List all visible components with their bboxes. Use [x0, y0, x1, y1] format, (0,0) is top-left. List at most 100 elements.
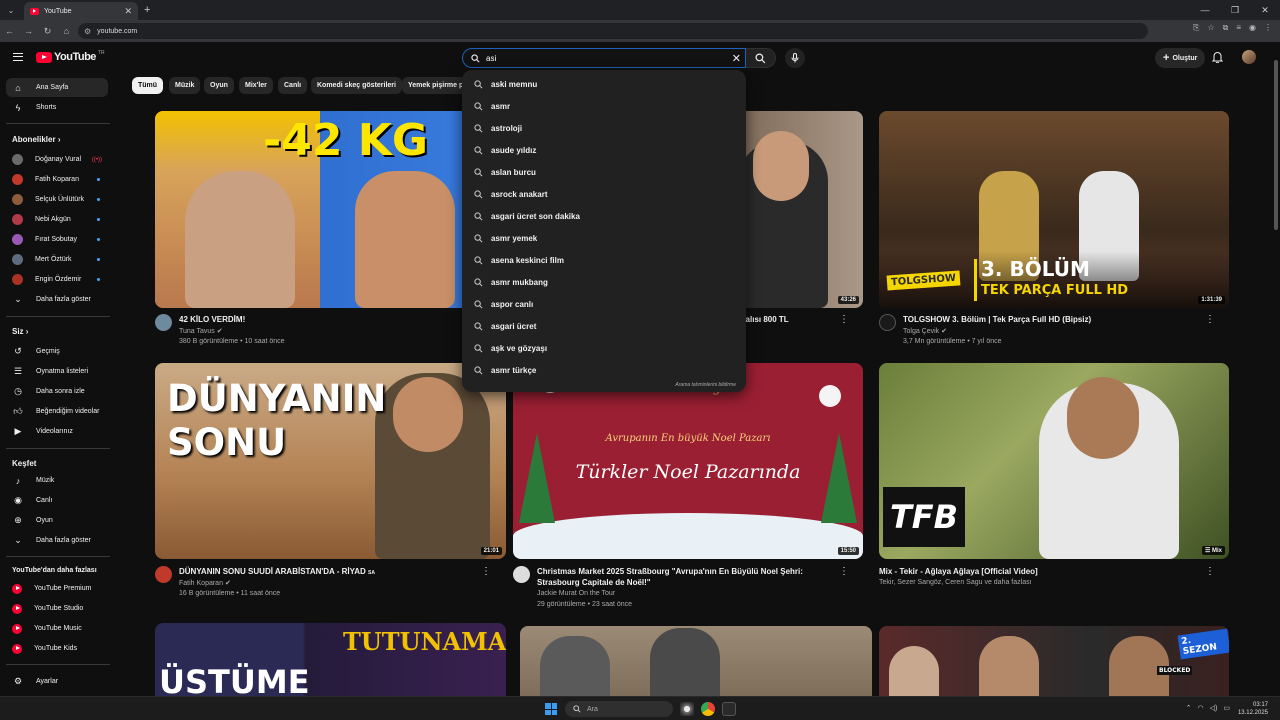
more-actions-icon[interactable]: ⋮ — [839, 314, 849, 325]
report-predictions-link[interactable]: Arama tahminlerini bildirme — [675, 382, 736, 388]
sidebar-item-your-videos[interactable]: ▶ Videolarınız — [6, 422, 108, 441]
suggestion-item[interactable]: asmr — [462, 95, 746, 117]
video-thumbnail[interactable]: TOLGSHOW 3. BÖLÜM TEK PARÇA FULL HD 1:31… — [879, 111, 1229, 308]
suggestion-item[interactable]: asgari ücret son dakika — [462, 205, 746, 227]
subscription-item[interactable]: Engin Özdemir — [6, 270, 108, 289]
video-artists[interactable]: Tekir, Sezer Sangöz, Ceren Sagu ve daha … — [879, 579, 1032, 586]
scrollbar-thumb[interactable] — [1274, 60, 1278, 230]
video-thumbnail[interactable]: ÜSTÜME TUTUNAMADIM — [155, 623, 506, 703]
maximize-icon[interactable]: ❐ — [1220, 0, 1250, 20]
suggestion-item[interactable]: aşk ve gözyaşı — [462, 337, 746, 359]
channel-avatar[interactable] — [513, 566, 530, 583]
video-title[interactable]: DÜNYANIN SONU SUUDİ ARABİSTAN'DA - RİYAD… — [179, 566, 479, 579]
channel-name[interactable]: Fatih Koparan ✔ — [179, 579, 231, 587]
suggestion-item[interactable]: asmr türkçe — [462, 359, 746, 381]
more-actions-icon[interactable]: ⋮ — [1205, 314, 1215, 325]
back-icon[interactable]: ← — [0, 26, 19, 36]
extensions-icon[interactable]: ⧉ — [1223, 23, 1229, 33]
chevron-up-icon[interactable]: ⌃ — [1186, 704, 1192, 712]
more-actions-icon[interactable]: ⋮ — [1205, 566, 1215, 577]
channel-avatar[interactable] — [155, 566, 172, 583]
page-scrollbar[interactable] — [1272, 42, 1280, 696]
show-more-explore[interactable]: ⌄ Daha fazla göster — [6, 531, 108, 550]
subscription-item[interactable]: Fatih Koparan — [6, 170, 108, 189]
sidebar-item-history[interactable]: ↺ Geçmiş — [6, 342, 108, 361]
sidebar-item-shorts[interactable]: ϟ Shorts — [6, 98, 108, 117]
video-title[interactable]: TOLGSHOW 3. Bölüm | Tek Parça Full HD (B… — [903, 314, 1203, 325]
sidebar-item-music-app[interactable]: YouTube Music — [6, 619, 108, 638]
video-thumbnail[interactable]: 2. SEZON BLOCKED — [879, 626, 1229, 706]
video-title[interactable]: Mix - Tekir - Ağlaya Ağlaya [Official Vi… — [879, 566, 1179, 577]
suggestion-item[interactable]: aslan burcu — [462, 161, 746, 183]
subscription-item[interactable]: Fırat Sobutay — [6, 230, 108, 249]
suggestion-item[interactable]: asrock anakart — [462, 183, 746, 205]
sidebar-item-gaming[interactable]: ⊕ Oyun — [6, 511, 108, 530]
channel-avatar[interactable] — [879, 314, 896, 331]
home-browser-icon[interactable]: ⌂ — [57, 26, 76, 36]
chip-mixes[interactable]: Mix'ler — [239, 77, 273, 94]
subscriptions-heading[interactable]: Abonelikler › — [12, 135, 60, 144]
browser-tab-youtube[interactable]: YouTube ✕ — [24, 2, 138, 20]
video-thumbnail[interactable]: TFB ☰ Mix — [879, 363, 1229, 559]
suggestion-item[interactable]: asmr yemek — [462, 227, 746, 249]
taskbar-search[interactable]: Ara — [565, 701, 673, 717]
forward-icon[interactable]: → — [19, 26, 38, 36]
search-button[interactable] — [746, 48, 776, 68]
browser-menu-icon[interactable]: ⋮ — [1264, 23, 1272, 33]
app-icon[interactable] — [722, 702, 736, 716]
video-thumbnail[interactable]: Strazburg Avrupanın En büyük Noel Pazarı… — [513, 363, 863, 559]
site-info-icon[interactable]: ⚙ — [84, 27, 91, 36]
chip-gaming[interactable]: Oyun — [204, 77, 234, 94]
show-more-subscriptions[interactable]: ⌄ Daha fazla göster — [6, 290, 108, 309]
suggestion-item[interactable]: asgari ücret — [462, 315, 746, 337]
subscription-item[interactable]: Selçuk Ünlütürk — [6, 190, 108, 209]
chrome-icon[interactable] — [701, 702, 715, 716]
suggestion-item[interactable]: asude yıldız — [462, 139, 746, 161]
sidebar-item-watch-later[interactable]: ◷ Daha sonra izle — [6, 382, 108, 401]
app-icon[interactable] — [680, 702, 694, 716]
subscription-item[interactable]: Mert Öztürk — [6, 250, 108, 269]
video-thumbnail[interactable]: DÜNYANIN SONU 21:01 — [155, 363, 506, 559]
search-input[interactable]: asi ✕ — [462, 48, 746, 68]
notifications-bell-icon[interactable] — [1212, 51, 1223, 63]
sidebar-item-music[interactable]: ♪ Müzik — [6, 471, 108, 490]
sidebar-item-live[interactable]: ◉ Canlı — [6, 491, 108, 510]
chip-music[interactable]: Müzik — [169, 77, 201, 94]
video-title[interactable]: Christmas Market 2025 Straßbourg "Avrupa… — [537, 566, 837, 588]
channel-name[interactable]: Jackie Murat On the Tour — [537, 590, 615, 597]
subscription-item[interactable]: Doğanay Vural ((•)) — [6, 150, 108, 169]
tab-search-icon[interactable]: ⌄ — [2, 1, 20, 19]
suggestion-item[interactable]: aspor canlı — [462, 293, 746, 315]
you-heading[interactable]: Siz › — [12, 327, 28, 336]
minimize-icon[interactable]: — — [1190, 0, 1220, 20]
suggestion-item[interactable]: aski memnu — [462, 73, 746, 95]
sidebar-item-playlists[interactable]: ☰ Oynatma listeleri — [6, 362, 108, 381]
tab-close-icon[interactable]: ✕ — [124, 6, 132, 17]
sidebar-item-home[interactable]: ⌂ Ana Sayfa — [6, 78, 108, 97]
sidebar-item-settings[interactable]: ⚙ Ayarlar — [6, 672, 108, 691]
account-avatar[interactable] — [1242, 50, 1256, 64]
more-actions-icon[interactable]: ⋮ — [481, 566, 491, 577]
video-thumbnail[interactable] — [520, 626, 872, 706]
suggestion-item[interactable]: asmr mukbang — [462, 271, 746, 293]
suggestion-item[interactable]: asena keskinci film — [462, 249, 746, 271]
channel-avatar[interactable] — [155, 314, 172, 331]
more-actions-icon[interactable]: ⋮ — [839, 566, 849, 577]
sidebar-item-liked[interactable]: 👍︎ Beğendiğim videolar — [6, 402, 108, 421]
tab-groups-icon[interactable]: ≡ — [1236, 23, 1241, 33]
voice-search-button[interactable] — [785, 48, 805, 68]
new-tab-button[interactable]: + — [144, 4, 150, 16]
channel-name[interactable]: Tolga Çevik ✔ — [903, 327, 947, 335]
close-window-icon[interactable]: ✕ — [1250, 0, 1280, 20]
taskbar-clock[interactable]: 03:17 13.12.2025 — [1238, 701, 1268, 717]
youtube-logo[interactable]: YouTube TR — [36, 50, 105, 63]
video-title[interactable]: 42 KİLO VERDİM! — [179, 314, 479, 325]
windows-start-icon[interactable] — [545, 703, 557, 715]
clear-search-icon[interactable]: ✕ — [732, 52, 741, 65]
install-icon[interactable]: ⎘ — [1193, 23, 1199, 33]
sidebar-item-kids[interactable]: YouTube Kids — [6, 639, 108, 658]
subscription-item[interactable]: Nebi Akgün — [6, 210, 108, 229]
chip-live[interactable]: Canlı — [278, 77, 308, 94]
video-thumbnail[interactable]: -42 KG — [155, 111, 506, 308]
chip-cooking[interactable]: Yemek pişirme p — [402, 77, 470, 94]
